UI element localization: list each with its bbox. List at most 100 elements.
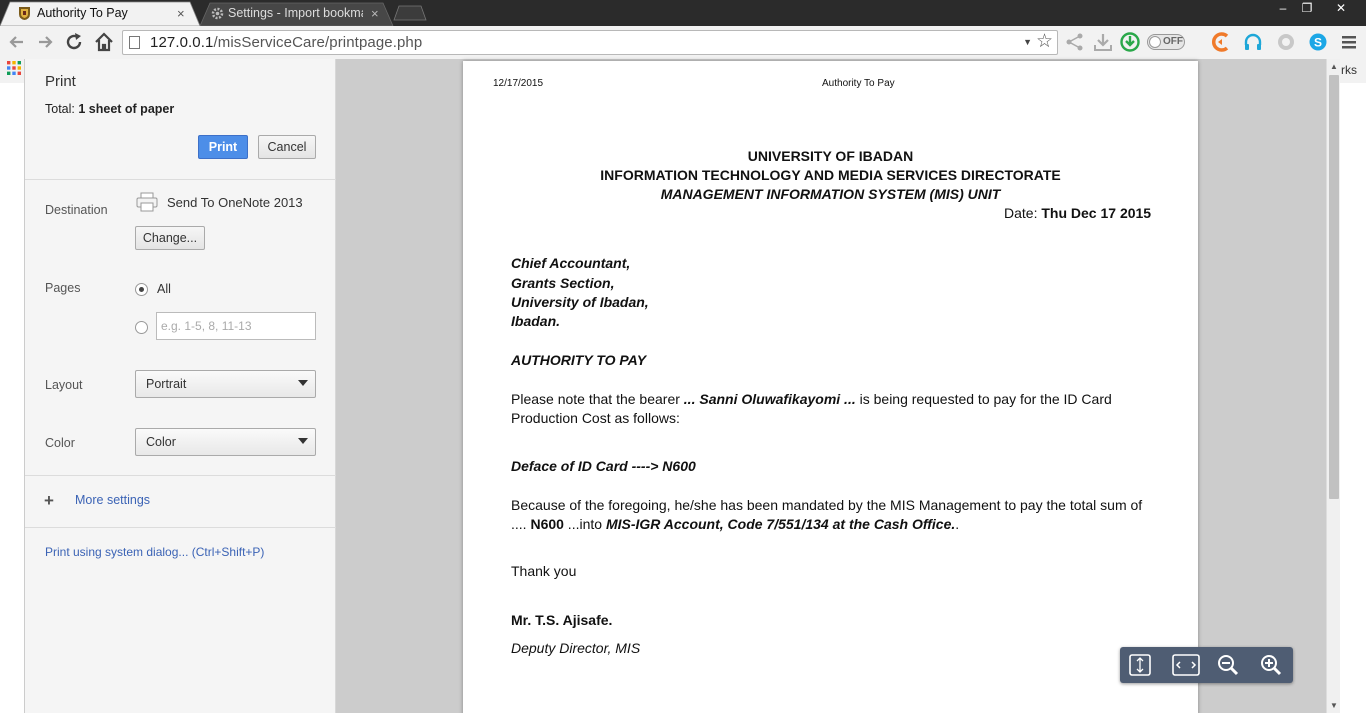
account-name: MIS-IGR Account, Code 7/551/134 at the C…: [605, 516, 956, 532]
page-background-right: [1340, 83, 1366, 713]
fit-to-width-button[interactable]: [1166, 651, 1206, 679]
unit-name: MANAGEMENT INFORMATION SYSTEM (MIS) UNIT: [660, 186, 1001, 202]
tab-strip: Authority To Pay × Settings - Import boo…: [0, 0, 1366, 26]
fit-to-page-button[interactable]: [1123, 651, 1157, 679]
charge-item: Deface of ID Card ----> N600: [511, 458, 696, 474]
headphones-icon[interactable]: [1242, 31, 1264, 53]
fit-page-icon: [1129, 654, 1151, 676]
signatory-name: Mr. T.S. Ajisafe.: [511, 612, 613, 628]
address-line: University of Ibadan,: [511, 294, 649, 310]
preview-scrollbar[interactable]: ▲ ▼: [1326, 59, 1340, 713]
total-sheets: Total: 1 sheet of paper: [45, 102, 174, 116]
print-title: Print: [45, 73, 76, 90]
paragraph-text: Please note that the bearer: [511, 391, 684, 407]
plus-icon[interactable]: +: [44, 492, 54, 509]
letter-heading: AUTHORITY TO PAY: [511, 352, 647, 368]
total-prefix: Total:: [45, 102, 79, 116]
color-value: Color: [146, 435, 176, 449]
dropdown-arrow-icon[interactable]: ▼: [1023, 37, 1032, 47]
layout-value: Portrait: [146, 377, 187, 391]
share-icon[interactable]: [1064, 31, 1086, 53]
tab-title: Settings - Import bookma: [228, 6, 363, 20]
extension-gray-icon[interactable]: [1275, 31, 1297, 53]
address-line: Chief Accountant,: [511, 255, 631, 271]
zoom-toolbar: [1120, 647, 1293, 683]
close-window-button[interactable]: ✕: [1324, 0, 1358, 18]
pages-custom-radio[interactable]: [135, 321, 148, 334]
zoom-out-icon: [1218, 655, 1239, 676]
destination-label: Destination: [45, 203, 108, 217]
bearer-name: ... Sanni Oluwafikayomi ...: [683, 391, 856, 407]
forward-arrow-icon[interactable]: [34, 31, 56, 53]
org-name: UNIVERSITY OF IBADAN: [747, 148, 914, 164]
download-manager-icon[interactable]: [1119, 31, 1141, 53]
color-label: Color: [45, 436, 75, 450]
paragraph-request: Please note that the bearer ... Sanni Ol…: [511, 390, 1151, 428]
address-line: Ibadan.: [511, 313, 561, 329]
dropdown-arrow-icon: [298, 438, 308, 444]
zoom-out-button[interactable]: [1211, 651, 1245, 679]
pages-all-radio[interactable]: [135, 283, 148, 296]
gear-icon: [211, 7, 224, 20]
url-text[interactable]: 127.0.0.1/misServiceCare/printpage.php: [150, 34, 422, 51]
back-arrow-icon[interactable]: [6, 31, 28, 53]
system-dialog-link[interactable]: Print using system dialog... (Ctrl+Shift…: [45, 545, 264, 559]
toggle-knob: [1149, 36, 1161, 48]
university-crest-icon: [19, 7, 30, 20]
date-value: Thu Dec 17 2015: [1041, 205, 1152, 221]
print-preview-area: 12/17/2015 Authority To Pay UNIVERSITY O…: [336, 59, 1326, 713]
tab-title: Authority To Pay: [37, 6, 128, 20]
date-label: Date:: [1004, 205, 1042, 221]
paragraph-text: ...into: [563, 516, 606, 532]
page-icon: [129, 36, 140, 49]
url-path: /misServiceCare/printpage.php: [213, 34, 423, 51]
layout-select[interactable]: Portrait: [135, 370, 316, 398]
printer-icon: [136, 192, 158, 212]
cancel-button[interactable]: Cancel: [258, 135, 316, 159]
tab-authority-to-pay[interactable]: Authority To Pay ×: [0, 1, 205, 26]
letter-date: Date: Thu Dec 17 2015: [1004, 205, 1151, 221]
tab-settings[interactable]: Settings - Import bookma ×: [200, 1, 400, 26]
extension-orange-icon[interactable]: [1210, 31, 1232, 53]
home-icon[interactable]: [93, 31, 115, 53]
divider: [25, 179, 336, 180]
scroll-down-arrow-icon[interactable]: ▼: [1330, 701, 1338, 710]
tab-close-icon[interactable]: ×: [371, 6, 379, 21]
color-select[interactable]: Color: [135, 428, 316, 456]
tab-close-icon[interactable]: ×: [177, 6, 185, 21]
toggle-off-switch[interactable]: OFF: [1147, 34, 1185, 50]
change-destination-button[interactable]: Change...: [135, 226, 205, 250]
address-bar[interactable]: 127.0.0.1/misServiceCare/printpage.php ▼…: [122, 30, 1058, 55]
print-button[interactable]: Print: [198, 135, 248, 159]
signatory-title: Deputy Director, MIS: [511, 640, 641, 656]
reload-icon[interactable]: [63, 31, 85, 53]
new-tab-button[interactable]: [393, 5, 429, 21]
zoom-in-button[interactable]: [1254, 651, 1288, 679]
apps-grid-icon[interactable]: [7, 61, 21, 75]
other-bookmarks-label[interactable]: rks: [1341, 63, 1357, 77]
layout-label: Layout: [45, 378, 83, 392]
scroll-thumb[interactable]: [1329, 75, 1339, 499]
bookmark-star-icon[interactable]: ☆: [1036, 32, 1053, 52]
paragraph-mandate: Because of the foregoing, he/she has bee…: [511, 496, 1151, 534]
skype-icon[interactable]: S: [1307, 31, 1329, 53]
pages-all-label[interactable]: All: [157, 282, 171, 296]
page-header-date: 12/17/2015: [493, 78, 544, 89]
restore-button[interactable]: ❐: [1292, 0, 1322, 18]
menu-icon[interactable]: [1338, 31, 1360, 53]
preview-page: 12/17/2015 Authority To Pay UNIVERSITY O…: [463, 61, 1198, 713]
directorate-name: INFORMATION TECHNOLOGY AND MEDIA SERVICE…: [600, 167, 1061, 183]
divider: [25, 475, 336, 476]
address-line: Grants Section,: [511, 275, 615, 291]
paragraph-text: .: [955, 516, 960, 532]
scroll-up-arrow-icon[interactable]: ▲: [1330, 62, 1338, 71]
pages-label: Pages: [45, 281, 81, 295]
more-settings-link[interactable]: More settings: [75, 493, 150, 507]
divider: [25, 527, 336, 528]
download-icon[interactable]: [1092, 31, 1114, 53]
page-header-title: Authority To Pay: [822, 78, 895, 89]
print-settings-panel: Print Total: 1 sheet of paper Print Canc…: [24, 59, 336, 713]
page-background-left: [0, 83, 24, 713]
pages-range-input[interactable]: e.g. 1-5, 8, 11-13: [156, 312, 316, 340]
browser-toolbar: 127.0.0.1/misServiceCare/printpage.php ▼…: [0, 26, 1366, 59]
